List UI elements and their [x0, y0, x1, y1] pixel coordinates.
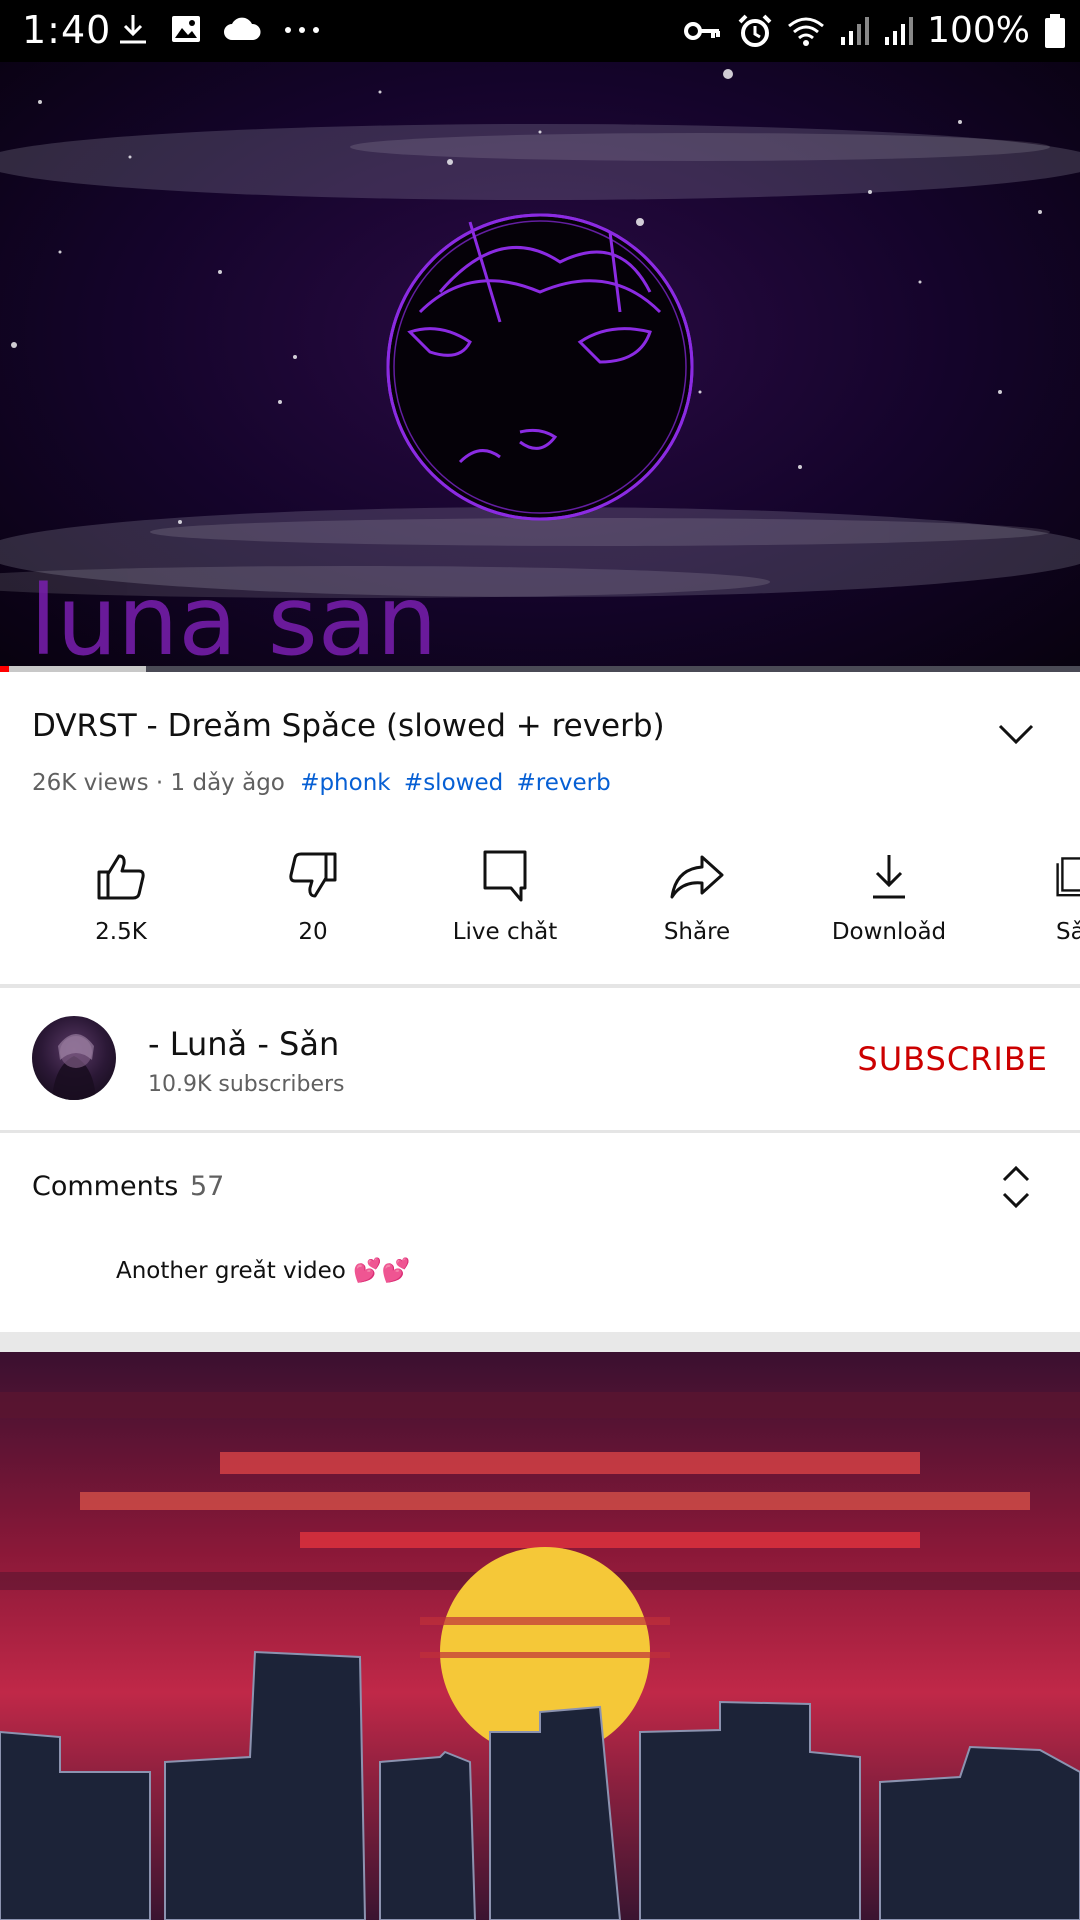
hashtag-link[interactable]: #reverb [517, 770, 611, 796]
save-icon [1056, 857, 1080, 897]
image-icon [170, 13, 202, 45]
commenter-avatar [32, 1252, 78, 1298]
download-label: Downloǎd [831, 919, 947, 945]
live-chat-icon [483, 850, 527, 902]
video-title: DVRST - Dreǎm Spǎce (slowed + reverb) [32, 708, 665, 744]
subscriber-count: 10.9K subscribers [148, 1072, 345, 1097]
status-bar: 1:40 100% [0, 0, 1080, 62]
comments-expand-button[interactable] [998, 1164, 1034, 1210]
live-chat-button[interactable]: Live chǎt [430, 845, 580, 945]
channel-avatar[interactable] [32, 1016, 116, 1100]
download-icon [873, 855, 905, 899]
action-row: 2.5K 20 Live chǎt Shǎre Downloǎd Sǎ [0, 845, 1080, 965]
subscribe-button[interactable]: SUBSCRIBE [857, 1040, 1048, 1078]
unfold-icon [1002, 1165, 1030, 1209]
thumbs-up-icon [97, 854, 145, 900]
battery-percent: 100% [927, 10, 1030, 51]
progress-bar[interactable] [0, 666, 1080, 672]
clock: 1:40 [22, 8, 112, 52]
dislike-button[interactable]: 20 [238, 845, 388, 945]
live-chat-label: Live chǎt [452, 919, 558, 945]
cloud-icon [222, 14, 262, 44]
top-comment-text: Another greǎt video 💕💕 [116, 1258, 411, 1284]
wifi-icon [787, 14, 825, 48]
download-button[interactable]: Downloǎd [814, 845, 964, 945]
channel-name[interactable]: - Lunǎ - Sǎn [148, 1025, 339, 1063]
video-player[interactable]: luna san [0, 62, 1080, 666]
progress-played [0, 666, 9, 672]
hashtag-link[interactable]: #phonk [300, 770, 390, 796]
comments-label: Comments [32, 1171, 179, 1202]
like-count: 2.5K [95, 919, 147, 945]
expand-description-button[interactable] [990, 712, 1042, 756]
chevron-down-icon [998, 724, 1034, 745]
progress-buffer [0, 666, 146, 672]
section-divider [0, 984, 1080, 988]
hashtag-link[interactable]: #slowed [404, 770, 503, 796]
signal-icon [883, 15, 914, 47]
more-dots-icon [282, 14, 322, 44]
like-button[interactable]: 2.5K [46, 845, 196, 945]
dislike-count: 20 [298, 919, 328, 945]
share-button[interactable]: Shǎre [622, 845, 772, 945]
download-icon [116, 12, 150, 46]
logo-circle [386, 213, 694, 521]
video-meta: 26K views · 1 dǎy ǎgo #phonk #slowed #re… [32, 770, 617, 796]
thumbs-down-icon [289, 852, 337, 898]
section-divider [0, 1130, 1080, 1133]
signal-icon [839, 15, 870, 47]
share-label: Shǎre [663, 919, 731, 945]
battery-icon [1044, 13, 1066, 49]
next-video-thumbnail[interactable] [0, 1352, 1080, 1920]
alarm-icon [737, 13, 773, 49]
share-icon [670, 855, 724, 899]
save-button[interactable]: Sǎ [1006, 845, 1080, 945]
save-label: Sǎ [1056, 919, 1080, 945]
comments-count: 57 [190, 1171, 225, 1202]
section-divider [0, 1332, 1080, 1352]
channel-watermark: luna san [30, 565, 437, 666]
views-and-date: 26K views · 1 dǎy ǎgo [32, 770, 285, 796]
vpn-key-icon [683, 16, 723, 46]
